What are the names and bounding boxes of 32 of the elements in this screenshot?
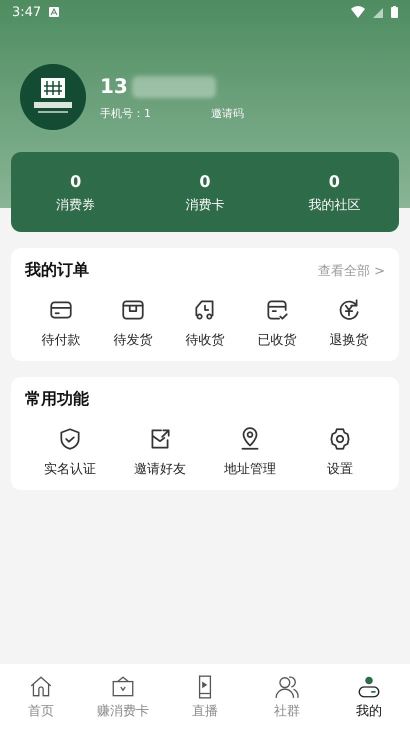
invite-code-label: 邀请码: [211, 106, 244, 120]
battery-icon: [391, 6, 398, 18]
section-title: 常用功能: [25, 389, 89, 410]
stat-value: 0: [70, 172, 82, 191]
order-status-label[interactable]: 退换货: [330, 331, 368, 349]
nav-tab[interactable]: 我的: [328, 672, 410, 722]
section-title: 我的订单: [25, 260, 89, 281]
nav-tab[interactable]: 赚消费卡: [82, 672, 164, 722]
stat-value: 0: [328, 172, 340, 191]
function-label[interactable]: 设置: [327, 460, 353, 478]
logo-icon: [20, 64, 86, 130]
function-label[interactable]: 地址管理: [224, 460, 276, 478]
order-status-label[interactable]: 待发货: [114, 331, 152, 349]
user-name: 13: [100, 74, 128, 98]
notification-icon: [49, 7, 60, 17]
order-status-label[interactable]: 待付款: [42, 331, 80, 349]
status-time: 3:47: [12, 4, 42, 20]
nav-tab[interactable]: 社群: [246, 672, 328, 722]
function-label[interactable]: 邀请好友: [134, 460, 186, 478]
order-status-label[interactable]: 已收货: [258, 331, 296, 349]
nav-tab[interactable]: 首页: [0, 672, 82, 722]
order-status-label[interactable]: 待收货: [186, 331, 224, 349]
signal-icon: [373, 6, 383, 18]
people-icon: [274, 674, 300, 700]
stat-label[interactable]: 消费卡: [185, 196, 224, 214]
stat-label[interactable]: 消费券: [56, 196, 96, 214]
stat-value: 0: [199, 172, 211, 191]
phone-label: 手机号：1: [100, 106, 151, 120]
stat-label[interactable]: 我的社区: [308, 196, 360, 214]
nav-tab[interactable]: 直播: [164, 672, 246, 722]
wifi-icon: [351, 6, 365, 18]
function-label[interactable]: 实名认证: [44, 460, 96, 478]
